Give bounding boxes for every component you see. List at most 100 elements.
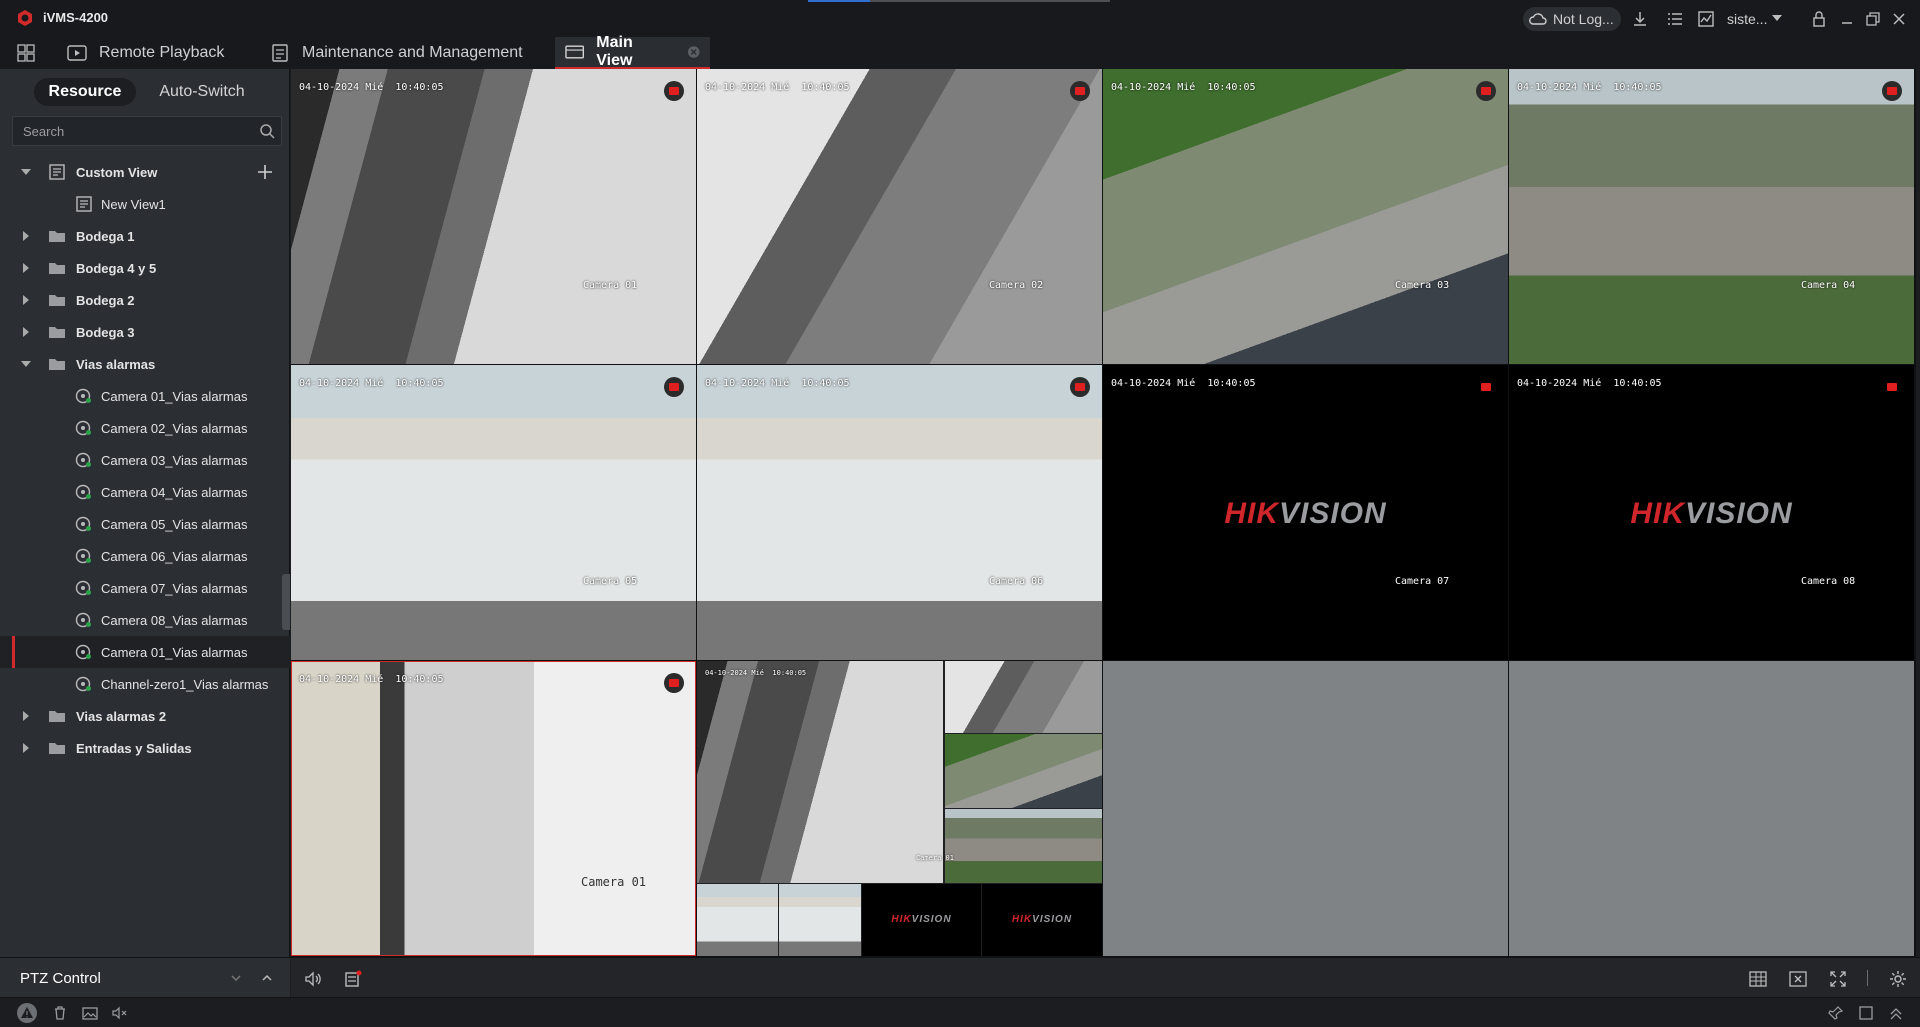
tree-item-camera[interactable]: Camera 05_Vias alarmas xyxy=(0,508,290,540)
caret-down-icon[interactable] xyxy=(20,358,32,370)
chevron-down-icon[interactable] xyxy=(228,970,244,986)
video-window[interactable]: 04-10-2024 Mié 10:40:05 Camera 01 xyxy=(291,661,696,956)
recording-icon[interactable] xyxy=(664,673,684,693)
empty-video-window[interactable] xyxy=(1509,661,1914,956)
video-window[interactable]: HIKVISION 04-10-2024 Mié 10:40:05 Camera 0… xyxy=(1103,365,1508,660)
chevron-up-icon[interactable] xyxy=(259,970,275,986)
caret-right-icon[interactable] xyxy=(20,230,32,242)
login-status-label: Not Log... xyxy=(1553,11,1614,27)
playback-icon xyxy=(67,45,87,61)
ptz-control-bar[interactable]: PTZ Control xyxy=(0,957,290,997)
tree-item-camera[interactable]: Camera 01_Vias alarmas xyxy=(0,636,290,668)
caret-right-icon[interactable] xyxy=(20,710,32,722)
task-list-icon[interactable] xyxy=(1666,10,1684,28)
fullscreen-icon[interactable] xyxy=(1829,970,1847,988)
record-all-icon[interactable] xyxy=(344,970,362,988)
tree-item-folder[interactable]: Bodega 4 y 5 xyxy=(0,252,290,284)
search-icon[interactable] xyxy=(259,123,275,139)
cloud-login-button[interactable]: Not Log... xyxy=(1523,7,1621,31)
video-window[interactable]: 04-10-2024 Mié 10:40:05 Camera 01 xyxy=(291,69,696,364)
status-bar xyxy=(0,997,1920,1027)
system-monitor-icon[interactable] xyxy=(1697,10,1715,28)
recording-icon[interactable] xyxy=(1070,81,1090,101)
video-window[interactable]: 04-10-2024 Mié 10:40:05 Camera 04 xyxy=(1509,69,1914,364)
caret-right-icon[interactable] xyxy=(20,294,32,306)
tree-item-camera[interactable]: Camera 03_Vias alarmas xyxy=(0,444,290,476)
tree-item-folder[interactable]: Bodega 1 xyxy=(0,220,290,252)
chevron-up-double-icon[interactable] xyxy=(1888,1005,1904,1021)
tree-item-camera[interactable]: Camera 02_Vias alarmas xyxy=(0,412,290,444)
caret-right-icon[interactable] xyxy=(20,262,32,274)
download-icon[interactable] xyxy=(1631,10,1649,28)
chevron-down-icon[interactable] xyxy=(1772,14,1782,22)
window-layout-icon[interactable] xyxy=(1749,970,1767,988)
lock-icon[interactable] xyxy=(1810,10,1828,28)
delete-icon[interactable] xyxy=(52,1005,68,1021)
add-icon[interactable] xyxy=(256,163,274,181)
tree-item-label: Camera 04_Vias alarmas xyxy=(101,484,248,500)
maximize-panel-icon[interactable] xyxy=(1858,1005,1874,1021)
video-window[interactable]: 04-10-2024 Mié 10:40:05 Camera 03 xyxy=(1103,69,1508,364)
caret-right-icon[interactable] xyxy=(20,326,32,338)
tree-item-label: Vias alarmas xyxy=(76,356,156,372)
tree-item-camera[interactable]: Camera 04_Vias alarmas xyxy=(0,476,290,508)
module-grid-icon[interactable] xyxy=(17,44,35,62)
close-tab-icon[interactable] xyxy=(687,45,700,59)
mute-icon[interactable] xyxy=(112,1005,128,1021)
tree-item-label: Camera 07_Vias alarmas xyxy=(101,580,248,596)
tree-item-camera[interactable]: Camera 08_Vias alarmas xyxy=(0,604,290,636)
recording-icon[interactable] xyxy=(1882,377,1902,397)
osd-camera-name: Camera 04 xyxy=(1801,280,1856,291)
restore-icon[interactable] xyxy=(1864,10,1882,28)
tree-item-label: Entradas y Salidas xyxy=(76,740,192,756)
tab-maintenance-and-management[interactable]: Maintenance and Management xyxy=(270,37,523,69)
osd-camera-name: Camera 01 xyxy=(581,875,647,889)
empty-video-window[interactable] xyxy=(1103,661,1508,956)
tree-item-camera[interactable]: Camera 07_Vias alarmas xyxy=(0,572,290,604)
caret-right-icon[interactable] xyxy=(20,742,32,754)
segment-auto-switch[interactable]: Auto-Switch xyxy=(142,78,262,106)
tree-item-camera[interactable]: Camera 01_Vias alarmas xyxy=(0,380,290,412)
video-window[interactable]: 04-10-2024 Mié 10:40:05 Camera 02 xyxy=(697,69,1102,364)
tree-item-folder[interactable]: Vias alarmas xyxy=(0,348,290,380)
search-input[interactable] xyxy=(13,117,243,145)
tab-remote-playback[interactable]: Remote Playback xyxy=(67,37,224,69)
recording-icon[interactable] xyxy=(664,377,684,397)
folder-icon xyxy=(49,359,65,370)
tree-item-folder[interactable]: Bodega 2 xyxy=(0,284,290,316)
close-icon[interactable] xyxy=(1890,10,1908,28)
panel-collapse-handle[interactable] xyxy=(282,574,290,630)
tab-label: Maintenance and Management xyxy=(302,44,523,61)
recording-icon[interactable] xyxy=(1882,81,1902,101)
user-menu[interactable]: siste... xyxy=(1727,11,1767,27)
alarm-icon[interactable] xyxy=(16,1002,38,1024)
volume-icon[interactable] xyxy=(304,970,322,988)
resource-mode-switch: Resource Auto-Switch xyxy=(34,78,268,106)
tree-item-view[interactable]: New View1 xyxy=(0,188,290,220)
tab-main-view[interactable]: Main View xyxy=(555,34,710,69)
video-window[interactable]: 04-10-2024 Mié 10:40:05 Camera 06 xyxy=(697,365,1102,660)
tree-item-folder[interactable]: Custom View xyxy=(0,156,290,188)
caret-down-icon[interactable] xyxy=(20,166,32,178)
segment-resource[interactable]: Resource xyxy=(34,78,136,106)
recording-icon[interactable] xyxy=(1476,81,1496,101)
gear-icon[interactable] xyxy=(1889,970,1907,988)
osd-timestamp: 04-10-2024 Mié 10:40:05 xyxy=(705,378,850,389)
tree-item-folder[interactable]: Vias alarmas 2 xyxy=(0,700,290,732)
video-window[interactable]: HIKVISION 04-10-2024 Mié 10:40:05 Camera 0… xyxy=(1509,365,1914,660)
live-view-grid: 04-10-2024 Mié 10:40:05 Camera 01 04-10-20… xyxy=(291,69,1916,957)
tree-item-camera[interactable]: Camera 06_Vias alarmas xyxy=(0,540,290,572)
video-window[interactable]: 04-10-2024 Mié 10:40:05 Camera 05 xyxy=(291,365,696,660)
video-window[interactable]: HIKVISION HIKVISION 04-10-2024 Mié 10:40:0… xyxy=(697,661,1102,956)
tree-item-camera[interactable]: Channel-zero1_Vias alarmas xyxy=(0,668,290,700)
minimize-icon[interactable] xyxy=(1838,10,1856,28)
recording-icon[interactable] xyxy=(1070,377,1090,397)
pin-icon[interactable] xyxy=(1828,1005,1844,1021)
tree-item-folder[interactable]: Bodega 3 xyxy=(0,316,290,348)
tree-item-label: Bodega 4 y 5 xyxy=(76,260,157,276)
recording-icon[interactable] xyxy=(1476,377,1496,397)
stop-all-icon[interactable] xyxy=(1789,970,1807,988)
image-icon[interactable] xyxy=(82,1005,98,1021)
tree-item-folder[interactable]: Entradas y Salidas xyxy=(0,732,290,764)
recording-icon[interactable] xyxy=(664,81,684,101)
